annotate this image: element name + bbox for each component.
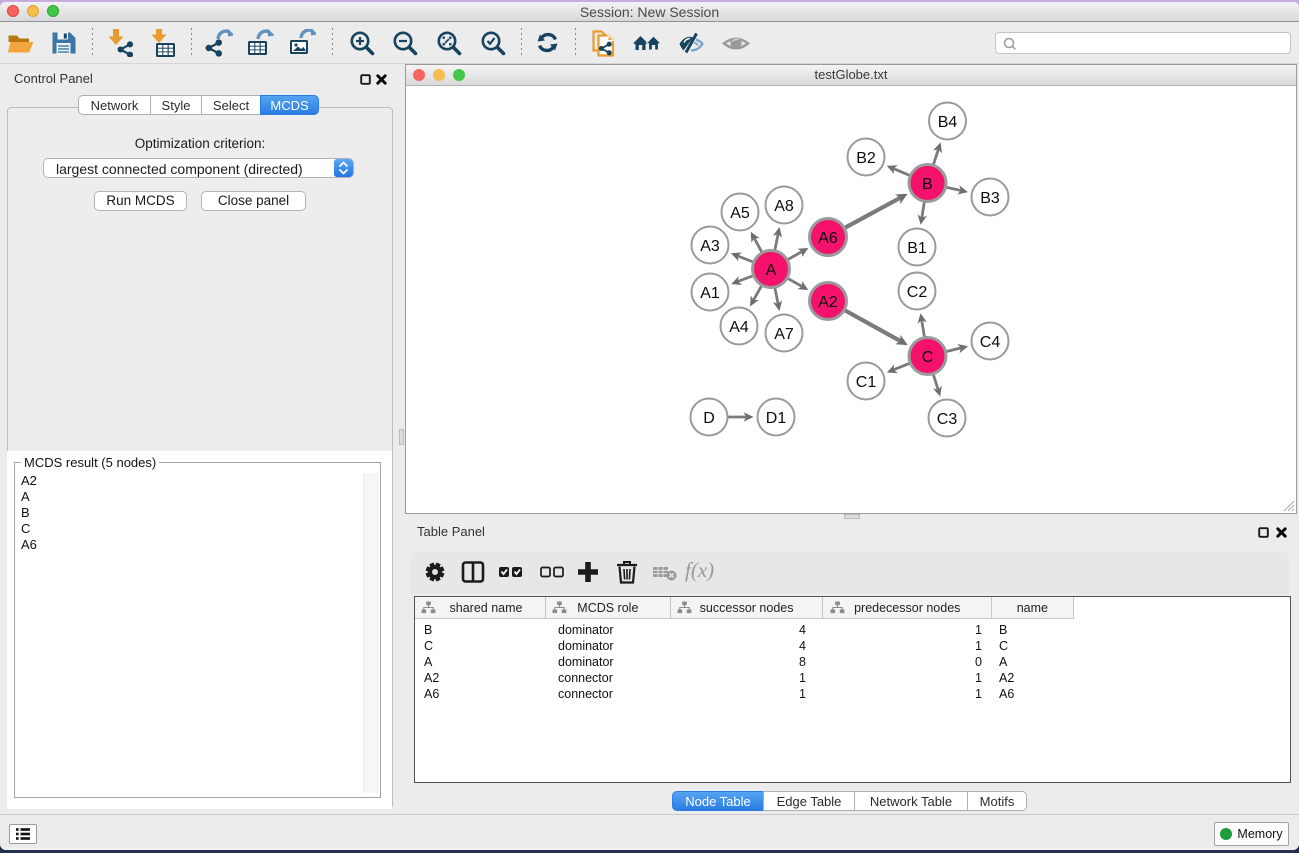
svg-text:A: A (766, 262, 777, 279)
svg-text:B2: B2 (856, 150, 876, 167)
svg-text:B3: B3 (980, 190, 1000, 207)
svg-text:C4: C4 (980, 334, 1001, 351)
svg-text:D1: D1 (766, 410, 787, 427)
svg-text:A8: A8 (774, 198, 794, 215)
svg-text:A6: A6 (818, 230, 838, 247)
svg-text:C1: C1 (856, 374, 877, 391)
svg-text:C: C (922, 349, 934, 366)
svg-text:A4: A4 (729, 319, 749, 336)
svg-text:A5: A5 (730, 205, 750, 222)
svg-text:B4: B4 (938, 114, 958, 131)
svg-text:D: D (703, 410, 715, 427)
svg-text:C2: C2 (907, 284, 928, 301)
svg-text:B1: B1 (907, 240, 927, 257)
svg-text:A3: A3 (700, 238, 720, 255)
svg-text:C3: C3 (937, 411, 958, 428)
svg-text:A1: A1 (700, 285, 720, 302)
svg-text:A7: A7 (774, 326, 794, 343)
svg-text:B: B (922, 176, 933, 193)
svg-text:A2: A2 (818, 294, 838, 311)
